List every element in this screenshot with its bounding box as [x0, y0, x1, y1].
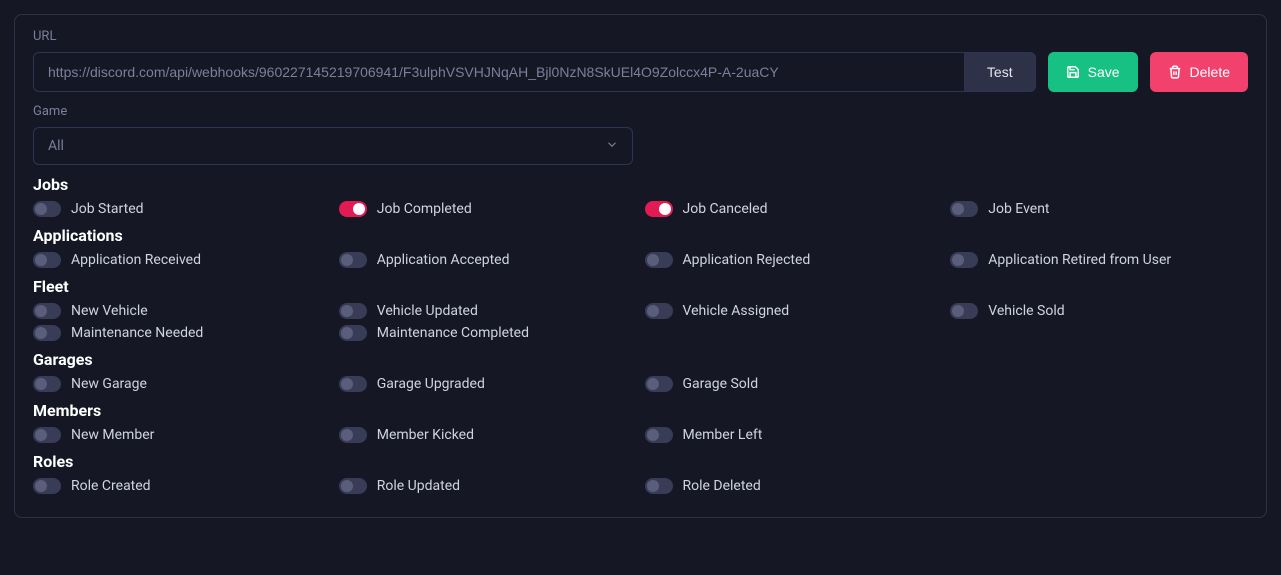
toggle-label: Maintenance Completed — [377, 325, 529, 341]
toggle-item: New Garage — [33, 375, 331, 393]
url-label: URL — [33, 29, 1248, 44]
toggle-item: Garage Upgraded — [339, 375, 637, 393]
toggle-label: Job Started — [71, 201, 144, 217]
toggle-label: Vehicle Assigned — [683, 303, 790, 319]
toggle-label: Application Retired from User — [988, 252, 1171, 268]
trash-icon — [1168, 65, 1182, 79]
toggle-label: Application Rejected — [683, 252, 811, 268]
toggle-grid-garages: New Garage Garage Upgraded Garage Sold — [33, 375, 1248, 393]
toggle-item: New Member — [33, 426, 331, 444]
toggle-item: Member Left — [645, 426, 943, 444]
section-title-roles: Roles — [33, 452, 1248, 471]
toggle-item: Role Deleted — [645, 477, 943, 495]
toggle-garages-2[interactable] — [645, 376, 673, 392]
toggle-label: New Vehicle — [71, 303, 148, 319]
toggle-item: Maintenance Completed — [339, 324, 637, 342]
section-title-members: Members — [33, 401, 1248, 420]
toggle-item: Job Started — [33, 200, 331, 218]
toggle-item: Vehicle Updated — [339, 302, 637, 320]
toggle-members-2[interactable] — [645, 427, 673, 443]
toggle-item: Vehicle Sold — [950, 302, 1248, 320]
toggle-item: Job Canceled — [645, 200, 943, 218]
toggle-label: Member Kicked — [377, 427, 474, 443]
toggle-jobs-1[interactable] — [339, 201, 367, 217]
toggle-label: Job Canceled — [683, 201, 768, 217]
toggle-roles-1[interactable] — [339, 478, 367, 494]
toggle-item: Job Event — [950, 200, 1248, 218]
toggle-fleet-5[interactable] — [339, 325, 367, 341]
toggle-label: Vehicle Sold — [988, 303, 1064, 319]
toggle-garages-0[interactable] — [33, 376, 61, 392]
toggle-item: Application Accepted — [339, 251, 637, 269]
section-title-applications: Applications — [33, 226, 1248, 245]
toggle-fleet-0[interactable] — [33, 303, 61, 319]
save-button[interactable]: Save — [1048, 52, 1138, 92]
toggle-label: Job Event — [988, 201, 1049, 217]
toggle-fleet-3[interactable] — [950, 303, 978, 319]
sections-container: Jobs Job Started Job Completed Job Canceled… — [33, 175, 1248, 495]
url-row: Test Save Delete — [33, 52, 1248, 92]
toggle-item: Application Rejected — [645, 251, 943, 269]
toggle-label: Garage Upgraded — [377, 376, 485, 392]
toggle-item: Member Kicked — [339, 426, 637, 444]
toggle-roles-0[interactable] — [33, 478, 61, 494]
toggle-item: Garage Sold — [645, 375, 943, 393]
toggle-label: Maintenance Needed — [71, 325, 203, 341]
toggle-grid-applications: Application Received Application Accepted… — [33, 251, 1248, 269]
url-input-group: Test — [33, 52, 1036, 92]
section-title-fleet: Fleet — [33, 277, 1248, 296]
toggle-label: Application Accepted — [377, 252, 510, 268]
toggle-jobs-3[interactable] — [950, 201, 978, 217]
toggle-applications-2[interactable] — [645, 252, 673, 268]
toggle-label: Garage Sold — [683, 376, 759, 392]
test-button[interactable]: Test — [964, 52, 1036, 92]
delete-button-label: Delete — [1190, 64, 1230, 80]
webhook-settings-panel: URL Test Save Delete Game All Jobs Job St… — [14, 14, 1267, 518]
toggle-fleet-2[interactable] — [645, 303, 673, 319]
toggle-members-0[interactable] — [33, 427, 61, 443]
toggle-label: Vehicle Updated — [377, 303, 478, 319]
toggle-item: Application Received — [33, 251, 331, 269]
toggle-label: New Member — [71, 427, 154, 443]
url-input[interactable] — [33, 52, 964, 92]
toggle-jobs-0[interactable] — [33, 201, 61, 217]
toggle-grid-fleet: New Vehicle Vehicle Updated Vehicle Assign… — [33, 302, 1248, 342]
save-icon — [1066, 65, 1080, 79]
toggle-label: Role Deleted — [683, 478, 761, 494]
toggle-applications-1[interactable] — [339, 252, 367, 268]
delete-button[interactable]: Delete — [1150, 52, 1248, 92]
game-label: Game — [33, 104, 1248, 119]
toggle-item: Role Created — [33, 477, 331, 495]
toggle-applications-3[interactable] — [950, 252, 978, 268]
toggle-label: Job Completed — [377, 201, 472, 217]
save-button-label: Save — [1088, 64, 1120, 80]
section-title-garages: Garages — [33, 350, 1248, 369]
toggle-item: Job Completed — [339, 200, 637, 218]
toggle-label: Role Created — [71, 478, 151, 494]
game-select[interactable]: All — [33, 127, 633, 165]
toggle-item: New Vehicle — [33, 302, 331, 320]
toggle-item: Maintenance Needed — [33, 324, 331, 342]
game-select-value: All — [33, 127, 633, 165]
toggle-label: Member Left — [683, 427, 763, 443]
toggle-item: Role Updated — [339, 477, 637, 495]
toggle-label: New Garage — [71, 376, 147, 392]
toggle-roles-2[interactable] — [645, 478, 673, 494]
toggle-label: Role Updated — [377, 478, 460, 494]
toggle-garages-1[interactable] — [339, 376, 367, 392]
toggle-jobs-2[interactable] — [645, 201, 673, 217]
toggle-grid-members: New Member Member Kicked Member Left — [33, 426, 1248, 444]
toggle-fleet-4[interactable] — [33, 325, 61, 341]
toggle-applications-0[interactable] — [33, 252, 61, 268]
toggle-fleet-1[interactable] — [339, 303, 367, 319]
toggle-grid-roles: Role Created Role Updated Role Deleted — [33, 477, 1248, 495]
toggle-item: Vehicle Assigned — [645, 302, 943, 320]
toggle-item: Application Retired from User — [950, 251, 1248, 269]
toggle-label: Application Received — [71, 252, 201, 268]
toggle-grid-jobs: Job Started Job Completed Job Canceled Job … — [33, 200, 1248, 218]
toggle-members-1[interactable] — [339, 427, 367, 443]
section-title-jobs: Jobs — [33, 175, 1248, 194]
